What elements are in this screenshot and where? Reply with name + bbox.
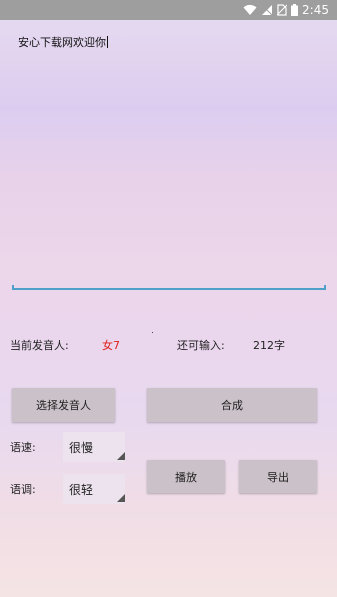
input-text: 安心下载网欢迎你 xyxy=(18,36,106,49)
synthesize-button[interactable]: 合成 xyxy=(147,388,317,422)
decorative-dot xyxy=(152,332,153,333)
text-input[interactable]: 安心下载网欢迎你 xyxy=(12,24,326,290)
speed-value: 很慢 xyxy=(69,441,94,455)
speed-label: 语速: xyxy=(10,441,36,454)
dropdown-arrow-icon xyxy=(117,494,125,502)
signal-icon xyxy=(261,4,273,16)
clock: 2:45 xyxy=(302,3,329,17)
play-button[interactable]: 播放 xyxy=(147,460,225,493)
tone-value: 很轻 xyxy=(69,483,94,497)
export-button[interactable]: 导出 xyxy=(239,460,317,493)
dropdown-arrow-icon xyxy=(117,452,125,460)
no-sim-icon xyxy=(277,4,288,16)
status-bar: 2:45 xyxy=(0,0,337,20)
tone-label: 语调: xyxy=(10,483,36,496)
battery-icon xyxy=(291,4,299,16)
remaining-label: 还可输入: xyxy=(177,339,225,352)
speaker-value: 女7 xyxy=(102,339,120,352)
tone-dropdown[interactable]: 很轻 xyxy=(63,474,125,504)
speed-dropdown[interactable]: 很慢 xyxy=(63,432,125,462)
speaker-label: 当前发音人: xyxy=(10,339,69,352)
text-cursor xyxy=(107,36,108,48)
remaining-count: 212字 xyxy=(253,339,285,352)
status-icons: 2:45 xyxy=(243,2,329,18)
input-underline xyxy=(12,285,326,290)
select-speaker-button[interactable]: 选择发音人 xyxy=(12,388,115,422)
wifi-icon xyxy=(243,4,257,16)
